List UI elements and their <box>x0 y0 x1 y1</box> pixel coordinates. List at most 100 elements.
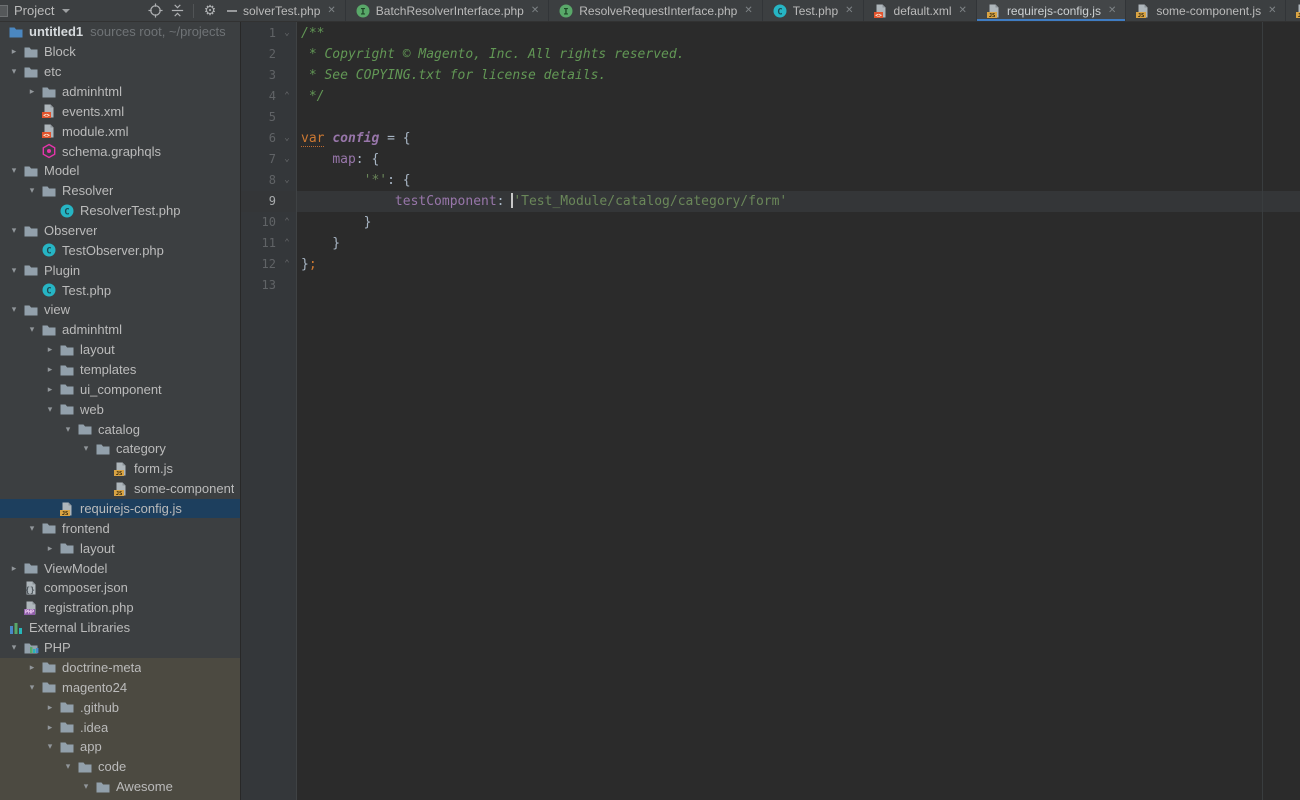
tree-item-test-php[interactable]: CTest.php <box>0 280 240 300</box>
tree-item-external-libraries[interactable]: External Libraries <box>0 618 240 638</box>
tree-item-events-xml[interactable]: <>events.xml <box>0 101 240 121</box>
tree-item-observer[interactable]: ▾Observer <box>0 221 240 241</box>
tab-close-icon[interactable]: ✕ <box>1268 5 1276 16</box>
expand-arrow-icon[interactable]: ▸ <box>41 344 59 355</box>
tree-item-module-xml[interactable]: <>module.xml <box>0 121 240 141</box>
project-view-selector[interactable]: Project <box>14 3 54 18</box>
tree-item-magento24[interactable]: ▾magento24 <box>0 677 240 697</box>
tab-close-icon[interactable]: ✕ <box>1108 5 1116 16</box>
code-line-8[interactable]: '*': { <box>297 170 1300 191</box>
editor-code-area[interactable]: /** * Copyright © Magento, Inc. All righ… <box>297 22 1300 800</box>
tree-item-templates[interactable]: ▸templates <box>0 360 240 380</box>
tree-item-plugin[interactable]: ▾Plugin <box>0 260 240 280</box>
tree-item-app[interactable]: ▾app <box>0 737 240 757</box>
tab-close-icon[interactable]: ✕ <box>531 5 539 16</box>
tree-item-php[interactable]: ▾PHP <box>0 638 240 658</box>
fold-icon[interactable]: ⌃ <box>281 212 293 233</box>
code-line-5[interactable] <box>297 107 1300 128</box>
collapse-arrow-icon[interactable]: ▾ <box>5 225 23 236</box>
code-line-7[interactable]: map: { <box>297 149 1300 170</box>
tree-item-awesome[interactable]: ▾Awesome <box>0 777 240 797</box>
code-line-12[interactable]: }; <box>297 254 1300 275</box>
tree-item-requirejs-config-js[interactable]: JSrequirejs-config.js <box>0 499 240 519</box>
expand-arrow-icon[interactable]: ▸ <box>23 86 41 97</box>
expand-arrow-icon[interactable]: ▸ <box>41 384 59 395</box>
code-line-11[interactable]: } <box>297 233 1300 254</box>
tab-requirejs-config-js[interactable]: JSrequirejs-config.js✕ <box>977 0 1126 21</box>
fold-icon[interactable]: ⌃ <box>281 86 293 107</box>
tree-item-adminhtml[interactable]: ▾adminhtml <box>0 320 240 340</box>
collapse-arrow-icon[interactable]: ▾ <box>5 265 23 276</box>
tab-close-icon[interactable]: ✕ <box>744 5 752 16</box>
collapse-arrow-icon[interactable]: ▾ <box>59 424 77 435</box>
tree-item-registration-php[interactable]: PHPregistration.php <box>0 598 240 618</box>
expand-arrow-icon[interactable]: ▸ <box>5 46 23 57</box>
tree-item-partial[interactable]: ▾ <box>0 797 240 800</box>
code-line-6[interactable]: var config = { <box>297 128 1300 149</box>
fold-icon[interactable]: ⌄ <box>281 170 293 191</box>
tab-close-icon[interactable]: ✕ <box>845 5 853 16</box>
tree-item-layout[interactable]: ▸layout <box>0 538 240 558</box>
fold-icon[interactable]: ⌄ <box>281 128 293 149</box>
tree-item-frontend[interactable]: ▾frontend <box>0 518 240 538</box>
tree-item--idea[interactable]: ▸.idea <box>0 717 240 737</box>
code-line-13[interactable] <box>297 275 1300 296</box>
tree-item-ui-component[interactable]: ▸ui_component <box>0 379 240 399</box>
collapse-arrow-icon[interactable]: ▾ <box>23 324 41 335</box>
code-line-4[interactable]: */ <box>297 86 1300 107</box>
tab-test-php[interactable]: CTest.php✕ <box>763 0 864 21</box>
code-line-3[interactable]: * See COPYING.txt for license details. <box>297 65 1300 86</box>
collapse-arrow-icon[interactable]: ▾ <box>5 304 23 315</box>
tool-window-icon[interactable] <box>0 5 8 17</box>
tree-item-schema-graphqls[interactable]: schema.graphqls <box>0 141 240 161</box>
fold-icon[interactable]: ⌃ <box>281 254 293 275</box>
tree-item-viewmodel[interactable]: ▸ViewModel <box>0 558 240 578</box>
tab-some-component-js[interactable]: JSsome-component.js✕ <box>1126 0 1286 21</box>
collapse-arrow-icon[interactable]: ▾ <box>59 761 77 772</box>
tree-item-web[interactable]: ▾web <box>0 399 240 419</box>
tab-fo[interactable]: JSfo <box>1286 0 1300 21</box>
collapse-arrow-icon[interactable]: ▾ <box>77 443 95 454</box>
collapse-arrow-icon[interactable]: ▾ <box>23 185 41 196</box>
tree-item-composer-json[interactable]: {}composer.json <box>0 578 240 598</box>
tree-item-block[interactable]: ▸Block <box>0 42 240 62</box>
tree-item-etc[interactable]: ▾etc <box>0 62 240 82</box>
fold-icon[interactable]: ⌄ <box>281 23 293 44</box>
tab-close-icon[interactable]: ✕ <box>959 5 967 16</box>
tab-resolverequestinterface-php[interactable]: IResolveRequestInterface.php✕ <box>549 0 763 21</box>
expand-arrow-icon[interactable]: ▸ <box>5 563 23 574</box>
tree-item-layout[interactable]: ▸layout <box>0 340 240 360</box>
tree-item-form-js[interactable]: JSform.js <box>0 459 240 479</box>
collapse-arrow-icon[interactable]: ▾ <box>41 741 59 752</box>
tree-item-testobserver-php[interactable]: CTestObserver.php <box>0 240 240 260</box>
tree-item-resolver[interactable]: ▾Resolver <box>0 181 240 201</box>
code-line-9[interactable]: testComponent: 'Test_Module/catalog/cate… <box>297 191 1300 212</box>
fold-icon[interactable]: ⌄ <box>281 149 293 170</box>
tab-batchresolverinterface-php[interactable]: IBatchResolverInterface.php✕ <box>346 0 549 21</box>
expand-arrow-icon[interactable]: ▸ <box>41 702 59 713</box>
collapse-arrow-icon[interactable]: ▾ <box>23 523 41 534</box>
fold-icon[interactable]: ⌃ <box>281 233 293 254</box>
tree-item-some-component[interactable]: JSsome-component <box>0 479 240 499</box>
tab-solvertest-php[interactable]: solverTest.php✕ <box>241 0 346 21</box>
tree-item-category[interactable]: ▾category <box>0 439 240 459</box>
expand-arrow-icon[interactable]: ▸ <box>41 543 59 554</box>
tree-item-doctrine-meta[interactable]: ▸doctrine-meta <box>0 658 240 678</box>
collapse-arrow-icon[interactable]: ▾ <box>41 404 59 415</box>
tab-default-xml[interactable]: <>default.xml✕ <box>864 0 977 21</box>
expand-arrow-icon[interactable]: ▸ <box>41 722 59 733</box>
collapse-all-icon[interactable] <box>168 2 186 20</box>
code-editor[interactable]: 1⌄234⌃56⌄7⌄8⌄910⌃11⌃12⌃13 /** * Copyrigh… <box>241 22 1300 800</box>
tree-item-resolvertest-php[interactable]: CResolverTest.php <box>0 201 240 221</box>
settings-gear-icon[interactable]: ⚙ <box>201 2 219 20</box>
expand-arrow-icon[interactable]: ▸ <box>41 364 59 375</box>
hide-panel-icon[interactable] <box>223 2 241 20</box>
tree-item-code[interactable]: ▾code <box>0 757 240 777</box>
tree-item-model[interactable]: ▾Model <box>0 161 240 181</box>
tree-item-untitled1[interactable]: untitled1sources root, ~/projects <box>0 22 240 42</box>
collapse-arrow-icon[interactable]: ▾ <box>77 781 95 792</box>
tree-item-catalog[interactable]: ▾catalog <box>0 419 240 439</box>
code-line-10[interactable]: } <box>297 212 1300 233</box>
tree-item-adminhtml[interactable]: ▸adminhtml <box>0 82 240 102</box>
code-line-2[interactable]: * Copyright © Magento, Inc. All rights r… <box>297 44 1300 65</box>
